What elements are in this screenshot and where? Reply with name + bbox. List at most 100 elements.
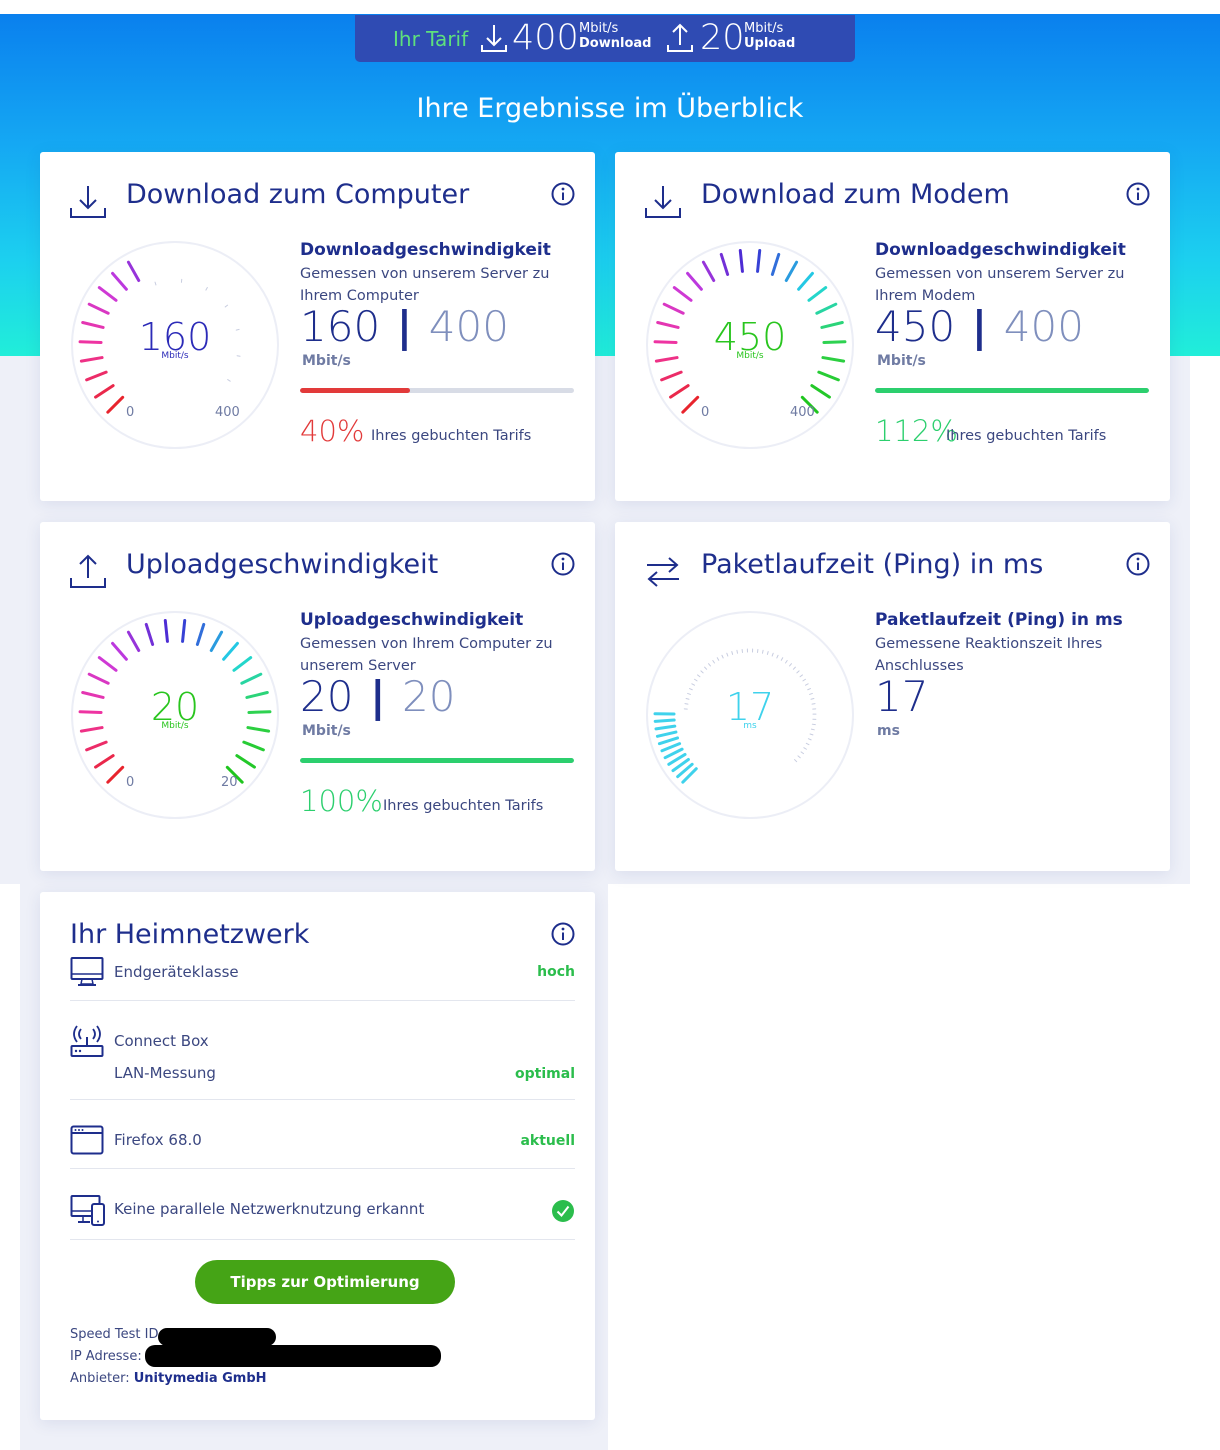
redaction-bar <box>158 1328 276 1346</box>
metric-values: 160 | 400 <box>300 302 509 351</box>
home-row-status: optimal <box>515 1066 575 1082</box>
metric-unit: Mbit/s <box>877 353 926 369</box>
tariff-progress-bar <box>300 758 574 763</box>
card-title: Paketlaufzeit (Ping) in ms <box>701 549 1044 580</box>
metric-title: Paketlaufzeit (Ping) in ms <box>875 610 1123 630</box>
router-icon <box>70 1025 104 1057</box>
card-upload: Uploadgeschwindigkeit 20 Mbit/s 0 20 Upl… <box>40 522 595 871</box>
gauge-max-label: 400 <box>790 405 815 420</box>
metric-title: Downloadgeschwindigkeit <box>300 240 551 260</box>
tariff-progress-fill <box>300 758 574 763</box>
card-ping: Paketlaufzeit (Ping) in ms 17 ms Paketla… <box>615 522 1170 871</box>
metric-description: Gemessen von Ihrem Computer zu unserem S… <box>300 636 553 674</box>
tariff-bar: Ihr Tarif 400 Mbit/s Download 20 Mbit/s Up… <box>355 15 855 62</box>
home-row-label: Endgeräteklasse <box>114 963 239 981</box>
redaction-bar <box>145 1345 441 1367</box>
measured-value: 17 <box>875 672 929 721</box>
measured-value: 450 <box>875 302 956 351</box>
tariff-percent-label: Ihres gebuchten Tarifs <box>946 428 1107 444</box>
monitor-icon <box>70 957 104 986</box>
browser-window-icon <box>70 1125 104 1155</box>
card-download-modem: Download zum Modem 450 Mbit/s 0 400 Down… <box>615 152 1170 501</box>
tariff-percent-label: Ihres gebuchten Tarifs <box>383 798 544 814</box>
gauge-tick-active <box>738 248 744 273</box>
divider <box>70 1239 575 1240</box>
metric-description: Gemessene Reaktionszeit Ihres Anschlusse… <box>875 636 1103 674</box>
card-title: Uploadgeschwindigkeit <box>126 549 439 580</box>
tariff-progress-bar <box>300 388 574 393</box>
home-row-label: Keine parallele Netzwerknutzung erkannt <box>114 1200 425 1218</box>
metric-unit: Mbit/s <box>302 353 351 369</box>
metric-unit: Mbit/s <box>302 723 351 739</box>
home-row-sublabel: LAN-Messung <box>114 1064 216 1082</box>
gauge-tick-active <box>181 618 187 643</box>
tariff-download-value: 400 <box>512 18 579 58</box>
metric-title: Downloadgeschwindigkeit <box>875 240 1126 260</box>
card-home-network: Ihr Heimnetzwerk Endgeräteklasse hoch Co… <box>40 892 595 1420</box>
speedtest-id: Speed Test ID: <box>70 1327 163 1342</box>
upload-icon <box>667 23 693 52</box>
info-icon[interactable] <box>551 922 575 946</box>
gauge-unit: Mbit/s <box>161 721 189 731</box>
home-row-status: aktuell <box>520 1133 575 1149</box>
metric-unit: ms <box>877 723 900 739</box>
metric-values: 450 | 400 <box>875 302 1084 351</box>
tariff-value: 20 <box>402 672 456 721</box>
metric-values: 20 | 20 <box>300 672 456 721</box>
tips-button[interactable]: Tipps zur Optimierung <box>195 1260 455 1304</box>
download-icon <box>645 186 681 218</box>
metric-description: Gemessen von unserem Server zu Ihrem Com… <box>300 266 550 304</box>
info-icon[interactable] <box>1126 552 1150 576</box>
home-row-label: Connect Box <box>114 1032 209 1050</box>
tariff-value: 400 <box>428 302 509 351</box>
gauge-unit: ms <box>743 721 757 731</box>
card-title: Download zum Computer <box>126 179 470 210</box>
info-icon[interactable] <box>551 552 575 576</box>
info-icon[interactable] <box>1126 182 1150 206</box>
tariff-label: Ihr Tarif <box>393 27 469 51</box>
download-icon <box>70 186 106 218</box>
tariff-upload-value: 20 <box>700 18 745 58</box>
home-row-status: hoch <box>537 964 575 980</box>
gauge-min-label: 0 <box>126 775 135 790</box>
divider <box>70 1168 575 1169</box>
divider <box>70 1099 575 1100</box>
gauge-tick-active <box>163 618 169 643</box>
page-title: Ihre Ergebnisse im Überblick <box>416 93 804 124</box>
metric-title: Uploadgeschwindigkeit <box>300 610 524 630</box>
measured-value: 20 <box>300 672 354 721</box>
devices-icon <box>70 1195 105 1226</box>
gauge-min-label: 0 <box>701 405 710 420</box>
check-circle-icon <box>552 1200 574 1222</box>
provider: Anbieter: Unitymedia GmbH <box>70 1371 267 1386</box>
ping-arrows-icon <box>647 557 679 587</box>
gauge-tick <box>736 649 739 654</box>
metric-description: Gemessen von unserem Server zu Ihrem Mod… <box>875 266 1125 304</box>
tariff-percent: 100% <box>300 784 383 818</box>
tariff-progress-fill <box>875 388 1149 393</box>
gauge-min-label: 0 <box>126 405 135 420</box>
tariff-percent-label: Ihres gebuchten Tarifs <box>371 428 532 444</box>
tariff-upload-unit: Mbit/s Upload <box>744 21 796 51</box>
tariff-progress-bar <box>875 388 1149 393</box>
gauge-unit: Mbit/s <box>161 351 189 361</box>
card-title: Download zum Modem <box>701 179 1010 210</box>
card-title: Ihr Heimnetzwerk <box>70 919 310 950</box>
upload-icon <box>70 554 106 588</box>
download-icon <box>481 25 507 52</box>
ip-address: IP Adresse: <box>70 1349 142 1364</box>
gauge-tick-active <box>756 248 762 273</box>
gauge-max-label: 20 <box>221 775 238 790</box>
home-row-label: Firefox 68.0 <box>114 1131 202 1149</box>
gauge-unit: Mbit/s <box>736 351 764 361</box>
measured-value: 160 <box>300 302 381 351</box>
tariff-value: 400 <box>1003 302 1084 351</box>
divider <box>70 1000 575 1001</box>
gauge-tick <box>761 649 764 654</box>
card-download-computer: Download zum Computer 160 Mbit/s 0 400 D… <box>40 152 595 501</box>
provider-name: Unitymedia GmbH <box>133 1371 267 1386</box>
tariff-progress-fill <box>300 388 410 393</box>
tariff-download-unit: Mbit/s Download <box>579 21 652 51</box>
info-icon[interactable] <box>551 182 575 206</box>
gauge-max-label: 400 <box>215 405 240 420</box>
